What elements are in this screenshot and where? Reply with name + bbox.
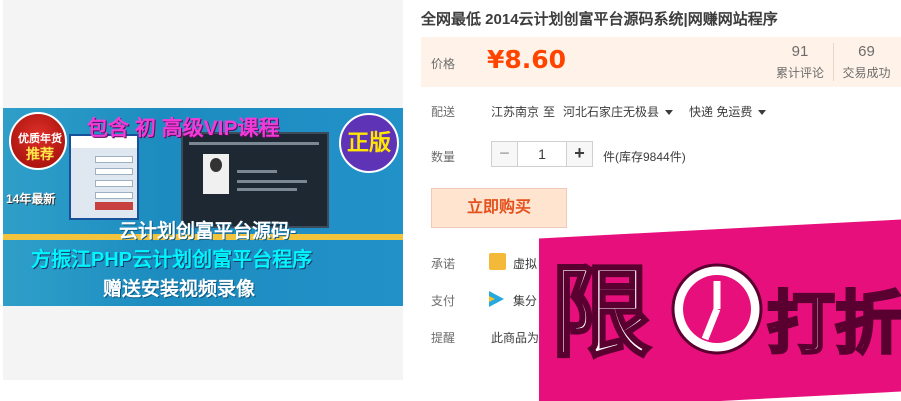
- product-gallery: 优质年货 推荐 包含 初 高级VIP课程 正版 14年最新 云计划创富平台源码-…: [3, 0, 403, 380]
- shipping-method-select[interactable]: 快递 免运费: [689, 103, 767, 120]
- banner-vip-text: 包含 初 高级VIP课程: [87, 117, 280, 140]
- shipping-destination-select[interactable]: 河北石家庄无极县: [563, 103, 674, 120]
- stock-text: 件(库存9844件): [603, 150, 686, 164]
- promo-graphic: 限 打折: [550, 253, 901, 373]
- promo-right-text: 打折: [767, 285, 901, 364]
- shipping-method: 快递 免运费: [689, 105, 753, 119]
- banner-login-window: [69, 134, 139, 220]
- price-box: 价格 ¥8.60 91 累计评论 69 交易成功: [421, 37, 901, 87]
- shipping-destination: 河北石家庄无极县: [563, 105, 660, 119]
- discount-promo-overlay: 限 打折: [531, 215, 901, 401]
- shipping-label: 配送: [431, 105, 456, 119]
- increase-button[interactable]: +: [566, 141, 593, 167]
- reminder-label: 提醒: [431, 331, 456, 345]
- product-title: 全网最低 2014云计划创富平台源码系统|网赚网站程序: [421, 11, 778, 28]
- virtual-goods-icon: [489, 253, 506, 270]
- quantity-stepper: − +: [491, 141, 593, 167]
- banner-line-1: 云计划创富平台源码-: [119, 221, 297, 242]
- payment-play-icon: [489, 291, 504, 307]
- reviews-stat[interactable]: 91 累计评论: [767, 43, 833, 81]
- banner-video-window: [181, 132, 329, 228]
- promise-label: 承诺: [431, 257, 456, 271]
- reviews-label: 累计评论: [775, 66, 824, 80]
- promo-left-char: 限: [551, 254, 651, 371]
- price-value: ¥8.60: [487, 45, 567, 74]
- decrease-button[interactable]: −: [491, 141, 518, 167]
- deals-label: 交易成功: [842, 66, 891, 80]
- product-main-image[interactable]: 优质年货 推荐 包含 初 高级VIP课程 正版 14年最新 云计划创富平台源码-…: [3, 108, 403, 306]
- product-page: 优质年货 推荐 包含 初 高级VIP课程 正版 14年最新 云计划创富平台源码-…: [0, 0, 901, 401]
- quantity-label: 数量: [431, 150, 456, 164]
- shipping-to-word: 至: [543, 105, 556, 119]
- shipping-from: 江苏南京: [491, 105, 540, 119]
- deals-stat[interactable]: 69 交易成功: [833, 43, 899, 81]
- banner-year-text: 14年最新: [6, 192, 56, 206]
- banner-line-2: 方振江PHP云计划创富平台程序: [31, 249, 313, 271]
- genuine-badge: 正版: [339, 113, 399, 173]
- chevron-down-icon: [665, 110, 674, 116]
- chevron-down-icon: [758, 110, 767, 116]
- reviews-count: 91: [791, 43, 809, 60]
- banner-line-3: 赠送安装视频录像: [103, 279, 256, 300]
- badge-main-text: 推荐: [26, 146, 54, 162]
- price-label: 价格: [431, 57, 456, 71]
- recommend-badge: 优质年货 推荐: [9, 112, 67, 170]
- clock-icon: [671, 263, 763, 355]
- deals-count: 69: [858, 43, 875, 60]
- payment-label: 支付: [431, 294, 456, 308]
- quantity-input[interactable]: [518, 141, 566, 167]
